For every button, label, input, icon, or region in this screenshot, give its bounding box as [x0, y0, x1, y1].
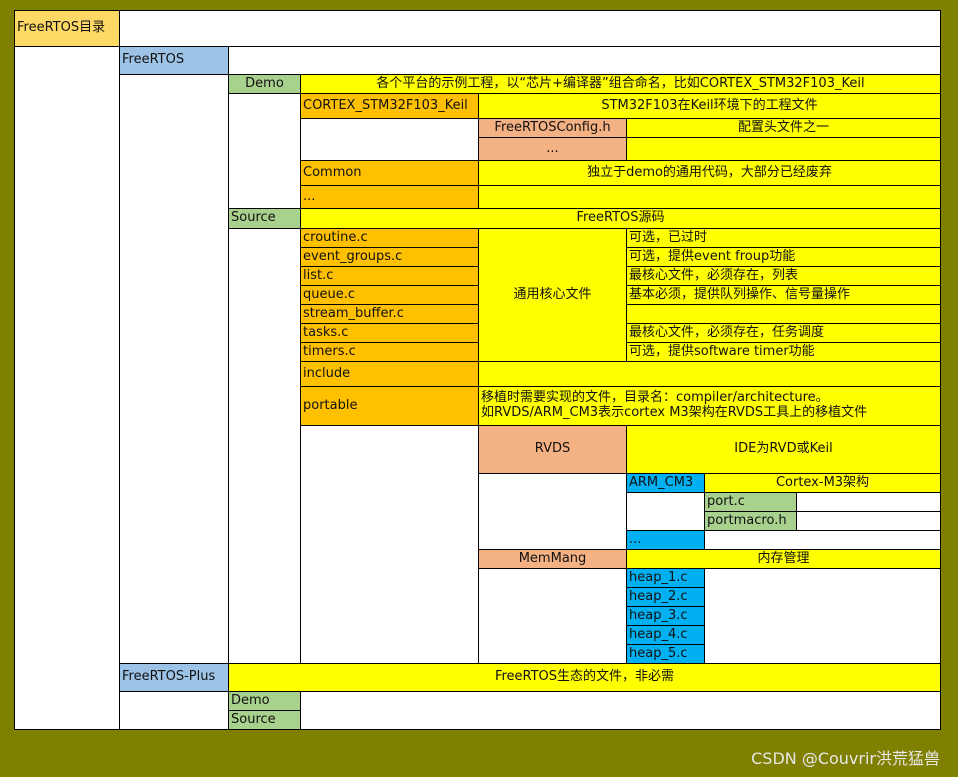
cell-mm3	[478, 568, 627, 664]
cell-r1: FreeRTOS目录	[14, 10, 120, 47]
cell-cr: croutine.c	[300, 228, 479, 248]
cell-h4: heap_4.c	[626, 625, 705, 645]
cell-dt1: ...	[626, 530, 705, 550]
cell-po3	[300, 425, 479, 664]
cell-c2: 独立于demo的通用代码，大部分已经废弃	[478, 160, 941, 186]
cell-am3	[626, 492, 705, 531]
cell-d2: 各个平台的示例工程，以“芯片+编译器”组合命名，比如CORTEX_STM32F1…	[300, 74, 941, 94]
cell-k3	[300, 118, 479, 161]
cell-s2: FreeRTOS源码	[300, 208, 941, 229]
cell-pl2: FreeRTOS生态的文件，非必需	[228, 663, 941, 692]
cell-n6: 最核心文件，必须存在，任务调度	[626, 323, 941, 343]
cell-qu: queue.c	[300, 285, 479, 305]
cell-s1: Source	[228, 208, 301, 229]
cell-s3	[228, 228, 301, 664]
cell-ps1: Source	[228, 710, 301, 730]
cell-n1: 可选，已过时	[626, 228, 941, 248]
cell-h2: heap_2.c	[626, 587, 705, 607]
cell-h5: heap_5.c	[626, 644, 705, 664]
cell-ta: tasks.c	[300, 323, 479, 343]
cell-hx	[704, 568, 941, 664]
cell-pd1: Demo	[228, 691, 301, 711]
cell-f2	[228, 46, 941, 75]
cell-r2	[119, 10, 941, 47]
cell-pm1: portmacro.h	[704, 511, 797, 531]
directory-diagram: FreeRTOS目录 FreeRTOS Demo 各个平台的示例工程，以“芯片+编译器…	[0, 0, 958, 777]
cell-pl3	[119, 691, 229, 730]
cell-pc2	[796, 492, 941, 512]
cell-in2	[478, 361, 941, 387]
cell-po2: 移植时需要实现的文件，目录名：compiler/architecture。 如R…	[478, 386, 941, 426]
watermark: CSDN @Couvrir洪荒猛兽	[751, 749, 940, 768]
cell-am1: ARM_CM3	[626, 473, 705, 493]
cell-f1: FreeRTOS	[119, 46, 229, 75]
cell-d1: Demo	[228, 74, 301, 94]
cell-d3	[228, 93, 301, 209]
cell-c3: ...	[300, 185, 479, 209]
cell-n3: 最核心文件，必须存在，列表	[626, 266, 941, 286]
cell-dt2	[704, 530, 941, 550]
cell-k1: CORTEX_STM32F103_Keil	[300, 93, 479, 119]
cell-in1: include	[300, 361, 479, 387]
cell-k5: 配置头文件之一	[626, 118, 941, 138]
cell-h3: heap_3.c	[626, 606, 705, 626]
cell-pm2	[796, 511, 941, 531]
cell-c1: Common	[300, 160, 479, 186]
cell-mm2: 内存管理	[626, 549, 941, 569]
cell-n2: 可选，提供event froup功能	[626, 247, 941, 267]
cell-rv1: RVDS	[478, 425, 627, 474]
cell-k7	[626, 137, 941, 161]
cell-am2: Cortex-M3架构	[704, 473, 941, 493]
cell-n5	[626, 304, 941, 324]
cell-mm1: MemMang	[478, 549, 627, 569]
cell-n4: 基本必须，提供队列操作、信号量操作	[626, 285, 941, 305]
cell-sb: stream_buffer.c	[300, 304, 479, 324]
cell-pd2	[300, 691, 941, 730]
cell-rv2: IDE为RVD或Keil	[626, 425, 941, 474]
cell-k2: STM32F103在Keil环境下的工程文件	[478, 93, 941, 119]
cell-pc1: port.c	[704, 492, 797, 512]
cell-f3	[119, 74, 229, 664]
cell-c4	[478, 185, 941, 209]
cell-ti: timers.c	[300, 342, 479, 362]
cell-k4: FreeRTOSConfig.h	[478, 118, 627, 138]
cell-r3	[14, 46, 120, 730]
cell-po1: portable	[300, 386, 479, 426]
cell-k6: ...	[478, 137, 627, 161]
cell-h1: heap_1.c	[626, 568, 705, 588]
cell-eg: event_groups.c	[300, 247, 479, 267]
cell-li: list.c	[300, 266, 479, 286]
cell-pl1: FreeRTOS-Plus	[119, 663, 229, 692]
cell-core: 通用核心文件	[478, 228, 627, 362]
cell-n7: 可选，提供software timer功能	[626, 342, 941, 362]
cell-rv3	[478, 473, 627, 550]
